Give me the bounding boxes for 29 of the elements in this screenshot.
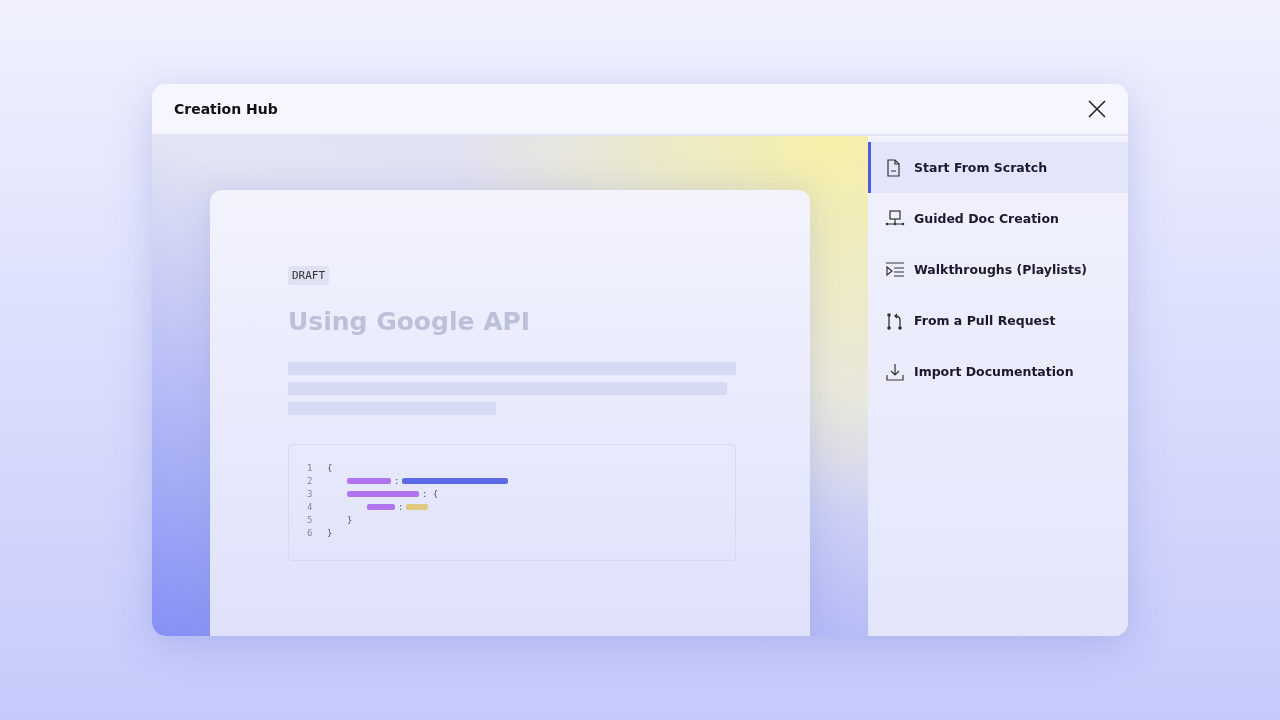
- code-punctuation: }: [327, 527, 333, 538]
- code-key-placeholder: [367, 503, 395, 510]
- line-number: 1: [307, 462, 314, 473]
- menu-item[interactable]: Guided Doc Creation: [868, 193, 1128, 244]
- code-punctuation: : {: [422, 488, 439, 499]
- code-punctuation: :: [394, 475, 400, 486]
- playlist-icon: [885, 260, 905, 279]
- pull-request-icon: [885, 311, 905, 330]
- menu-item[interactable]: From a Pull Request: [868, 295, 1128, 346]
- code-key-placeholder: [347, 477, 391, 484]
- code-punctuation: :: [398, 501, 404, 512]
- window-title: Creation Hub: [174, 101, 278, 117]
- menu-item[interactable]: Walkthroughs (Playlists): [868, 244, 1128, 295]
- flowchart-icon: [885, 209, 905, 228]
- code-punctuation: {: [327, 462, 333, 473]
- close-icon: [1088, 100, 1106, 118]
- line-number: 4: [307, 501, 314, 512]
- code-value-placeholder: [406, 503, 429, 510]
- menu-item[interactable]: Start From Scratch: [868, 142, 1128, 193]
- code-key-placeholder: [347, 490, 419, 497]
- code-punctuation: }: [347, 514, 353, 525]
- line-number: 6: [307, 527, 314, 538]
- line-number: 5: [307, 514, 314, 525]
- download-icon: [885, 362, 905, 381]
- line-number: 3: [307, 488, 314, 499]
- line-number: 2: [307, 475, 314, 486]
- status-badge: DRAFT: [288, 266, 330, 285]
- close-button[interactable]: [1088, 100, 1106, 118]
- menu-item[interactable]: Import Documentation: [868, 346, 1128, 397]
